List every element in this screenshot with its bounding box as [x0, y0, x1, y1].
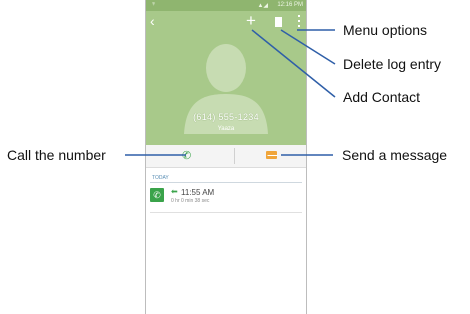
callout-line-delete — [280, 29, 336, 65]
callout-call-the-number: Call the number — [7, 147, 106, 163]
callout-delete-log-entry: Delete log entry — [343, 56, 442, 72]
callout-menu-options: Menu options — [343, 22, 428, 38]
callout-line-add — [251, 29, 336, 98]
callout-add-contact: Add Contact — [343, 89, 421, 105]
callout-send-a-message: Send a message — [342, 147, 448, 163]
